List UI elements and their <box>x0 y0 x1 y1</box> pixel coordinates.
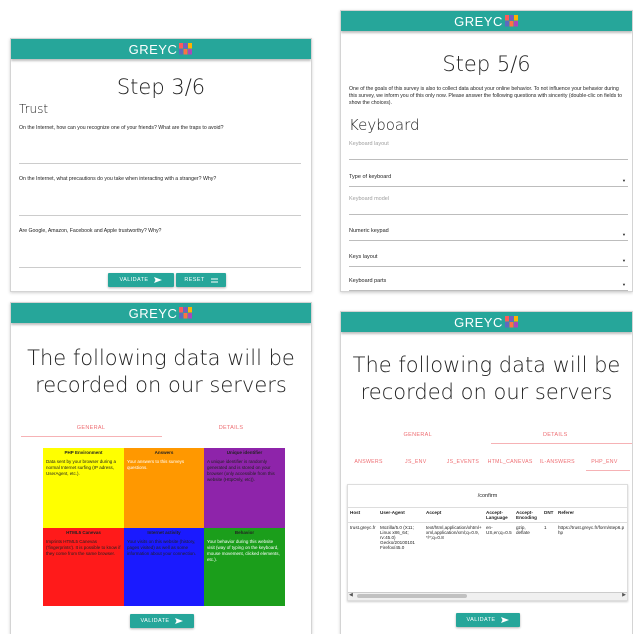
dropdown-caret-icon: ▼ <box>622 282 626 287</box>
subtab-js-env[interactable]: JS_ENV <box>392 459 439 465</box>
subtab-js-events[interactable]: JS_EVENTS <box>439 459 486 465</box>
scroll-left-icon[interactable]: ◀ <box>349 592 353 598</box>
keyboard-type-select[interactable]: Type of keyboard ▼ <box>349 169 628 187</box>
header-bar: GREYC <box>341 312 632 332</box>
greyc-logo-icon <box>504 316 518 328</box>
dropdown-caret-icon: ▼ <box>622 258 626 263</box>
tab-details[interactable]: DETAILS <box>487 432 625 438</box>
greyc-logo: GREYC <box>129 306 194 321</box>
subtab-html-canevas[interactable]: HTML_CANEVAS <box>487 459 534 465</box>
keys-layout-select[interactable]: Keys layout ▼ <box>349 249 628 267</box>
question-1: On the Internet, how can you recognize o… <box>19 125 224 131</box>
tabs: GENERAL DETAILS <box>21 425 301 431</box>
header-bar: GREYC <box>341 11 632 31</box>
subtab-indicator <box>586 470 630 471</box>
brand-name: GREYC <box>128 305 178 321</box>
keyboard-layout-input[interactable]: Keyboard layout <box>349 141 628 160</box>
recorded-data-details-panel: GREYC The following data will be recorde… <box>340 311 633 634</box>
subtab-php-env[interactable]: PHP_ENV <box>581 459 628 465</box>
table-header-row: Host User-Agent Accept Accept-Language A… <box>348 508 627 523</box>
validate-button[interactable]: VALIDATE <box>130 614 194 628</box>
numeric-keypad-select[interactable]: Numeric keypad ▼ <box>349 223 628 241</box>
page-title: Step 3/6 <box>116 75 206 99</box>
scrollbar-thumb[interactable] <box>357 594 467 598</box>
page-title: Step 5/6 <box>442 52 531 76</box>
validate-button[interactable]: VALIDATE <box>108 273 174 287</box>
header-bar: GREYC <box>11 39 311 59</box>
keyboard-model-input[interactable]: Keyboard model <box>349 196 628 215</box>
card-php-environment: PHP Environment Data sent by your browser… <box>43 448 124 528</box>
validate-button[interactable]: VALIDATE <box>456 613 520 627</box>
data-table-card: /confirm Host User-Agent Accept Accept-L… <box>347 484 628 601</box>
brand-name: GREYC <box>454 314 503 330</box>
horizontal-scrollbar[interactable]: ◀ ▶ <box>348 592 627 600</box>
tabs: GENERAL DETAILS <box>349 432 624 438</box>
card-internet-activity: Internet activity Your visits on this web… <box>124 528 204 606</box>
tab-general[interactable]: GENERAL <box>349 432 487 438</box>
card-answers: Answers Your answers to this surveys ques… <box>124 448 204 528</box>
header-bar: GREYC <box>11 303 311 323</box>
reset-icon <box>210 278 218 282</box>
greyc-logo-icon <box>179 307 193 319</box>
section-title: Keyboard <box>349 116 420 134</box>
survey-step5-panel: GREYC Step 5/6 One of the goals of this … <box>340 10 633 292</box>
greyc-logo: GREYC <box>454 14 519 29</box>
subtab-answers[interactable]: ANSWERS <box>345 459 392 465</box>
intro-text: One of the goals of this survey is also … <box>349 86 622 107</box>
reset-button[interactable]: RESET <box>176 273 226 287</box>
scroll-right-icon[interactable]: ▶ <box>622 592 626 598</box>
subtab-il-answers[interactable]: IL-ANSWERS <box>534 459 581 465</box>
recorded-data-general-panel: GREYC The following data will be recorde… <box>10 302 312 634</box>
keyboard-parts-select[interactable]: Keyboard parts ▼ <box>349 273 628 291</box>
greyc-logo: GREYC <box>129 42 194 57</box>
table-row: trust.greyc.fr Mozilla/5.0 (X11; Linux x… <box>350 525 625 550</box>
headers-table: Host User-Agent Accept Accept-Language A… <box>348 508 627 552</box>
section-title: Trust <box>19 102 49 116</box>
greyc-logo-icon <box>504 15 518 27</box>
dropdown-caret-icon: ▼ <box>622 232 626 237</box>
brand-name: GREYC <box>128 41 178 57</box>
request-path: /confirm <box>348 485 627 508</box>
card-unique-identifier: Unique identifier A unique identifier is … <box>204 448 285 528</box>
page-title: The following data will be recorded on o… <box>352 353 621 405</box>
answer-3-input[interactable] <box>19 266 301 268</box>
send-icon <box>154 277 163 283</box>
tab-indicator <box>491 443 632 444</box>
answer-2-input[interactable] <box>19 214 301 216</box>
card-html5-canevas: HTML5 Canevas Imprints HTML5 Canevas ('fi… <box>43 528 124 606</box>
question-3: Are Google, Amazon, Facebook and Apple t… <box>19 228 162 234</box>
tab-general[interactable]: GENERAL <box>21 425 161 431</box>
card-behavior: Behavior Your behavior during this websit… <box>204 528 285 606</box>
brand-name: GREYC <box>454 13 503 29</box>
greyc-logo-icon <box>179 43 193 55</box>
send-icon <box>175 618 184 624</box>
send-icon <box>501 617 510 623</box>
tab-details[interactable]: DETAILS <box>161 425 301 431</box>
answer-1-input[interactable] <box>19 162 301 164</box>
dropdown-caret-icon: ▼ <box>622 178 626 183</box>
page-title: The following data will be recorded on o… <box>27 346 295 398</box>
greyc-logo: GREYC <box>454 315 519 330</box>
survey-step3-panel: GREYC Step 3/6 Trust On the Internet, ho… <box>10 38 312 292</box>
question-2: On the Internet, what precautions do you… <box>19 176 217 182</box>
subtabs: ANSWERS JS_ENV JS_EVENTS HTML_CANEVAS IL… <box>345 459 628 465</box>
tab-indicator <box>21 436 162 437</box>
